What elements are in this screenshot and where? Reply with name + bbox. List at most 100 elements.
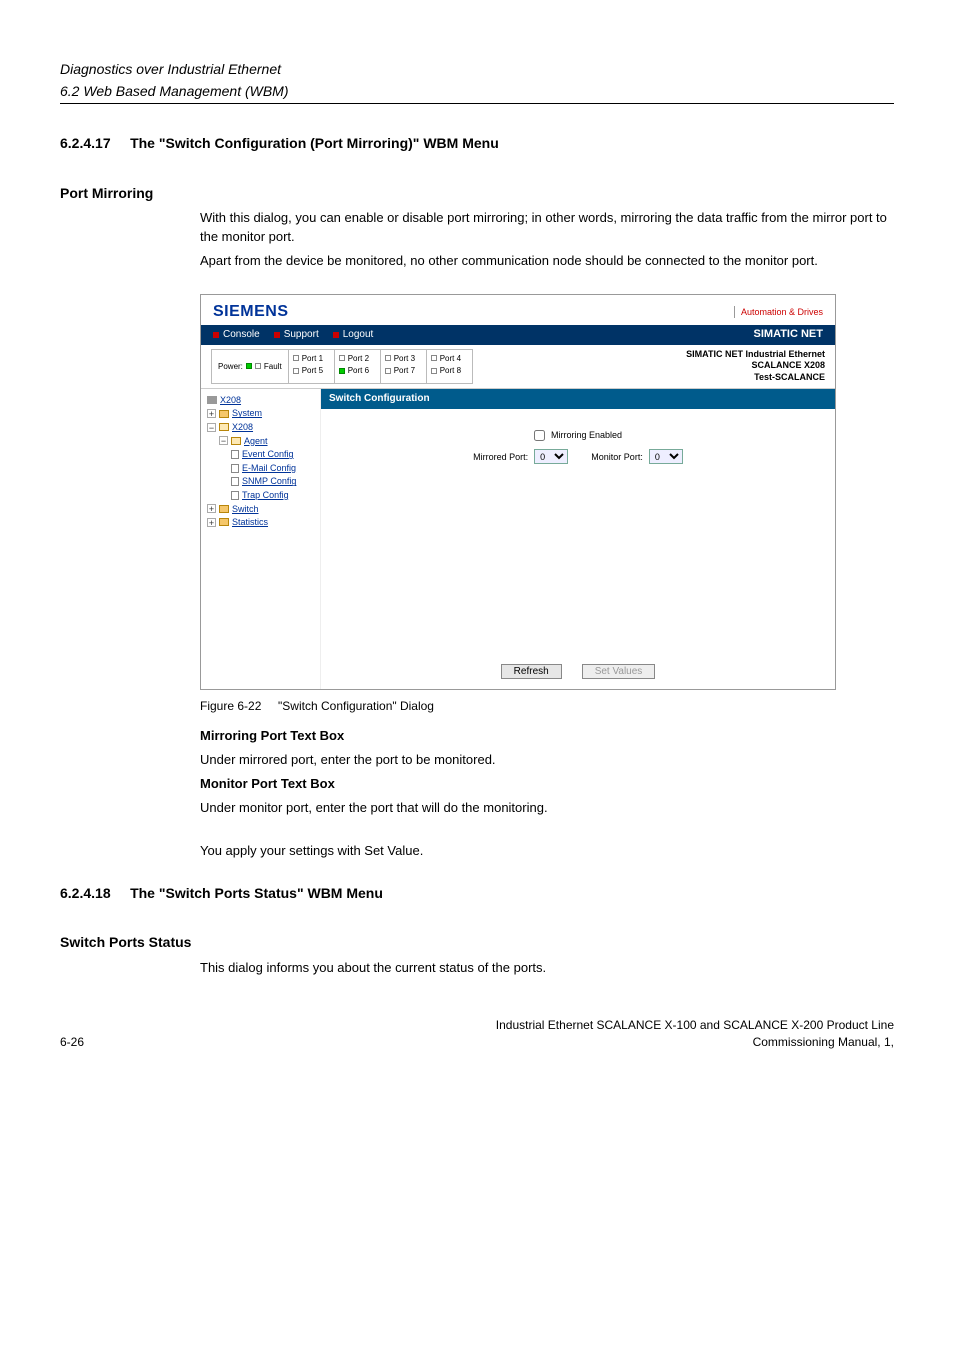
mirroring-port-textbox-heading: Mirroring Port Text Box [200,727,894,745]
tree-root[interactable]: X208 [207,394,318,407]
section-number: 6.2.4.17 [60,135,111,151]
meta-line: SIMATIC NET Industrial Ethernet [686,349,825,361]
pane-body: Mirroring Enabled Mirrored Port: 0 Monit… [321,409,835,656]
nav-console[interactable]: Console [213,328,260,342]
power-label: Power: [218,361,243,372]
port-led-icon [385,368,391,374]
simatic-net-label: SIMATIC NET [754,327,823,342]
monitor-port-textbox-heading: Monitor Port Text Box [200,775,894,793]
section-title: The "Switch Ports Status" WBM Menu [130,885,383,901]
figure-caption: Figure 6-22 "Switch Configuration" Dialo… [200,698,894,715]
tree-item-switch[interactable]: + Switch [207,503,318,516]
tree-label: Event Config [242,448,294,461]
port-status-grid: Power: Fault Port 1 Port 5 Port 2 Port 6… [211,349,473,384]
folder-icon [219,505,229,513]
expand-icon[interactable]: + [207,409,216,418]
doc-section-subtitle: 6.2 Web Based Management (WBM) [60,82,894,105]
mirrored-port-select[interactable]: 0 [534,449,568,464]
device-icon [207,396,217,404]
port-cell: Port 3 Port 7 [381,349,427,384]
power-led-icon [246,363,252,369]
collapse-icon[interactable]: − [207,423,216,432]
tree-label: System [232,407,262,420]
pane-title: Switch Configuration [321,389,835,409]
paragraph: Under mirrored port, enter the port to b… [200,751,894,769]
monitor-port-select[interactable]: 0 [649,449,683,464]
port-led-icon [293,355,299,361]
paragraph: You apply your settings with Set Value. [200,842,894,860]
square-icon [274,332,280,338]
switch-ports-status-heading: Switch Ports Status [60,933,894,953]
intro-paragraphs: With this dialog, you can enable or disa… [200,209,894,270]
port-led-icon [385,355,391,361]
tree-item-statistics[interactable]: + Statistics [207,516,318,529]
figure-label: Figure 6-22 [200,699,261,713]
port-label: Port 4 [440,353,461,364]
expand-icon[interactable]: + [207,504,216,513]
folder-open-icon [219,423,229,431]
folder-icon [219,518,229,526]
brand-logo: SIEMENS [213,301,289,323]
refresh-button[interactable]: Refresh [501,664,562,679]
page-icon [231,464,239,473]
port-led-icon [431,368,437,374]
tree-item-trap-config[interactable]: Trap Config [207,489,318,502]
port-label: Port 1 [302,353,323,364]
section-title: The "Switch Configuration (Port Mirrorin… [130,135,499,151]
folder-open-icon [231,437,241,445]
footer-line: Industrial Ethernet SCALANCE X-100 and S… [496,1017,894,1034]
tree-item-agent[interactable]: − Agent [207,435,318,448]
port-label: Port 2 [348,353,369,364]
port-led-icon [431,355,437,361]
tree-item-event-config[interactable]: Event Config [207,448,318,461]
meta-line: SCALANCE X208 [686,360,825,372]
square-icon [213,332,219,338]
tree-label: Statistics [232,516,268,529]
nav-support[interactable]: Support [274,328,319,342]
fault-label: Fault [264,361,282,372]
section-number: 6.2.4.18 [60,885,111,901]
nav-label: Support [284,328,319,342]
tree-label: SNMP Config [242,475,296,488]
monitor-port-label: Monitor Port: [591,451,643,464]
fault-led-icon [255,363,261,369]
tree-item-x208[interactable]: −X208 [207,421,318,434]
port-label: Port 6 [348,365,369,376]
paragraph: This dialog informs you about the curren… [200,959,894,977]
paragraph: Apart from the device be monitored, no o… [200,252,894,270]
tree-label: E-Mail Config [242,462,296,475]
tree-label: Agent [244,435,268,448]
tagline: Automation & Drives [734,306,823,319]
nav-label: Console [223,328,260,342]
collapse-icon[interactable]: − [219,436,228,445]
port-led-icon [339,368,345,374]
status-paragraph-block: This dialog informs you about the curren… [200,959,894,977]
page-icon [231,491,239,500]
page-icon [231,450,239,459]
tree-label: Trap Config [242,489,289,502]
square-icon [333,332,339,338]
page-footer: 6-26 Industrial Ethernet SCALANCE X-100 … [60,1017,894,1051]
top-nav-bar: Console Support Logout SIMATIC NET [201,325,835,344]
nav-label: Logout [343,328,374,342]
screenshot-figure: SIEMENS Automation & Drives Console Supp… [200,294,894,690]
port-label: Port 3 [394,353,415,364]
mirroring-enabled-label: Mirroring Enabled [551,429,622,442]
expand-icon[interactable]: + [207,518,216,527]
meta-line: Test-SCALANCE [686,372,825,384]
tree-label: Switch [232,503,259,516]
port-led-icon [339,355,345,361]
set-values-button[interactable]: Set Values [582,664,656,679]
port-label: Port 5 [302,365,323,376]
port-cell: Port 2 Port 6 [335,349,381,384]
tree-item-snmp-config[interactable]: SNMP Config [207,475,318,488]
tree-item-system[interactable]: + System [207,407,318,420]
footer-line: Commissioning Manual, 1, [496,1034,894,1051]
port-cell: Port 1 Port 5 [289,349,335,384]
port-label: Port 8 [440,365,461,376]
mirroring-enabled-checkbox[interactable] [534,430,545,441]
nav-logout[interactable]: Logout [333,328,374,342]
tree-item-email-config[interactable]: E-Mail Config [207,462,318,475]
nav-tree: X208 + System −X208 − Agent Event Config E… [201,389,321,689]
port-mirroring-heading: Port Mirroring [60,184,894,204]
